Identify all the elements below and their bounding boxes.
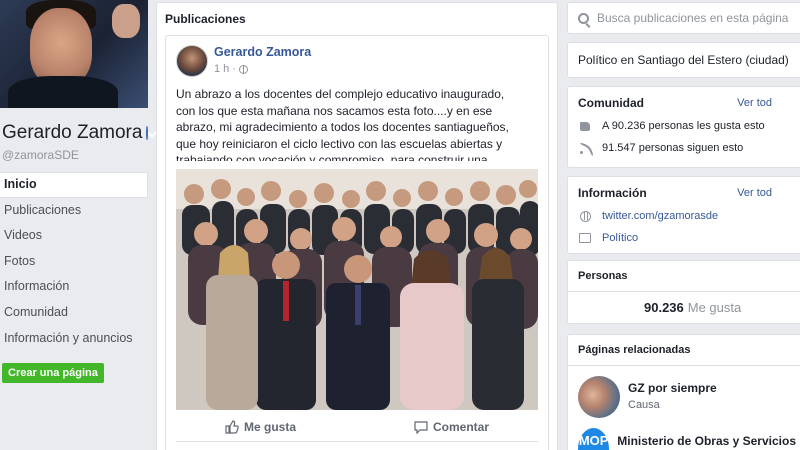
- related-pages-title: Páginas relacionadas: [578, 344, 691, 356]
- follow-icon: [579, 142, 593, 156]
- info-twitter-row: twitter.com/gzamorasde: [568, 205, 800, 227]
- twitter-link[interactable]: twitter.com/gzamorasde: [602, 210, 718, 222]
- like-button[interactable]: Me gusta: [225, 420, 296, 434]
- thumbs-up-icon: [225, 420, 239, 434]
- like-label: Me gusta: [243, 420, 296, 434]
- people-card: Personas 90.236 Me gusta: [567, 260, 800, 324]
- page-category[interactable]: Político en Santiago del Estero (ciudad): [578, 53, 789, 67]
- search-box: [567, 2, 800, 34]
- globe-icon: [579, 210, 591, 222]
- search-input[interactable]: [597, 11, 797, 25]
- left-column: Gerardo Zamora @zamoraSDE Inicio Publica…: [0, 0, 148, 450]
- related-pages-card: Páginas relacionadas GZ por siempre Caus…: [567, 334, 800, 450]
- info-category-link[interactable]: Político: [602, 232, 638, 244]
- people-count: 90.236: [644, 300, 684, 315]
- info-card: Información Ver tod twitter.com/gzamoras…: [567, 176, 800, 254]
- thumbs-up-icon: [580, 121, 590, 131]
- page-title[interactable]: Gerardo Zamora: [2, 122, 142, 144]
- post-actions: Me gusta Comentar: [166, 416, 548, 438]
- related-page-item[interactable]: GZ por siempre Causa: [568, 366, 800, 418]
- post-author-avatar[interactable]: [176, 45, 208, 77]
- create-page-button[interactable]: Crear una página: [2, 363, 104, 384]
- nav-item-inicio[interactable]: Inicio: [0, 172, 148, 198]
- comment-button[interactable]: Comentar: [414, 420, 489, 434]
- globe-icon: [239, 64, 249, 74]
- related-page-name[interactable]: GZ por siempre: [628, 381, 717, 395]
- search-icon: [578, 12, 589, 24]
- post-author-link[interactable]: Gerardo Zamora: [214, 45, 311, 59]
- comment-label: Comentar: [432, 420, 489, 434]
- related-page-name[interactable]: Ministerio de Obras y Servicios: [617, 434, 796, 448]
- feed-column: Publicaciones Gerardo Zamora 1 h · Un ab…: [156, 2, 558, 450]
- people-count-label: Me gusta: [687, 300, 742, 315]
- related-page-item[interactable]: MOP Ministerio de Obras y Servicios: [568, 418, 800, 450]
- nav-item-comunidad[interactable]: Comunidad: [0, 300, 148, 326]
- community-card: Comunidad Ver tod A 90.236 personas les …: [567, 86, 800, 168]
- post-card: Gerardo Zamora 1 h · Un abrazo a los doc…: [165, 35, 549, 450]
- info-title: Información: [578, 186, 647, 200]
- profile-face: [30, 8, 92, 86]
- profile-shirt: [8, 76, 118, 108]
- nav-item-videos[interactable]: Videos: [0, 223, 148, 249]
- community-likes-row: A 90.236 personas les gusta esto: [568, 115, 800, 137]
- right-sidebar: Político en Santiago del Estero (ciudad)…: [567, 0, 800, 450]
- post-photo[interactable]: [176, 169, 538, 410]
- profile-picture[interactable]: [0, 0, 148, 108]
- people-title: Personas: [578, 270, 628, 282]
- community-likes-text: A 90.236 personas les gusta esto: [602, 120, 765, 132]
- community-title: Comunidad: [578, 96, 644, 110]
- nav-item-publicaciones[interactable]: Publicaciones: [0, 198, 148, 224]
- post-timestamp[interactable]: 1 h ·: [214, 63, 236, 75]
- page-title-row: Gerardo Zamora: [0, 122, 148, 144]
- page-handle[interactable]: @zamoraSDE: [0, 148, 148, 162]
- nav-item-fotos[interactable]: Fotos: [0, 249, 148, 275]
- community-follows-row: 91.547 personas siguen esto: [568, 137, 800, 159]
- info-header: Información Ver tod: [568, 177, 800, 205]
- profile-hand: [112, 4, 140, 38]
- related-page-subtitle: Causa: [628, 399, 660, 411]
- community-header: Comunidad Ver tod: [568, 87, 800, 115]
- nav-item-informacion-anuncios[interactable]: Información y anuncios: [0, 326, 148, 352]
- people-count-row: 90.236 Me gusta: [568, 292, 800, 315]
- ministerio-logo[interactable]: MOP: [578, 428, 610, 450]
- info-see-all-link[interactable]: Ver tod: [737, 187, 772, 199]
- comment-icon: [414, 420, 428, 434]
- category-icon: [579, 233, 591, 243]
- community-see-all-link[interactable]: Ver tod: [737, 97, 772, 109]
- post-meta: Gerardo Zamora 1 h ·: [214, 45, 311, 77]
- post-divider: [176, 441, 538, 442]
- nav-item-informacion[interactable]: Información: [0, 274, 148, 300]
- page-category-card: Político en Santiago del Estero (ciudad): [567, 42, 800, 78]
- info-category-row: Político: [568, 227, 800, 249]
- community-follows-text: 91.547 personas siguen esto: [602, 142, 744, 154]
- post-timestamp-row: 1 h ·: [214, 63, 311, 75]
- related-page-avatar[interactable]: [578, 376, 620, 418]
- page-nav: Inicio Publicaciones Videos Fotos Inform…: [0, 172, 148, 351]
- verified-badge-icon: [146, 126, 148, 140]
- post-text: Un abrazo a los docentes del complejo ed…: [176, 87, 509, 161]
- post-header: Gerardo Zamora 1 h ·: [166, 36, 548, 77]
- feed-title: Publicaciones: [165, 12, 246, 26]
- related-page-info: GZ por siempre Causa: [628, 381, 717, 418]
- group-photo-illustration: [176, 169, 538, 410]
